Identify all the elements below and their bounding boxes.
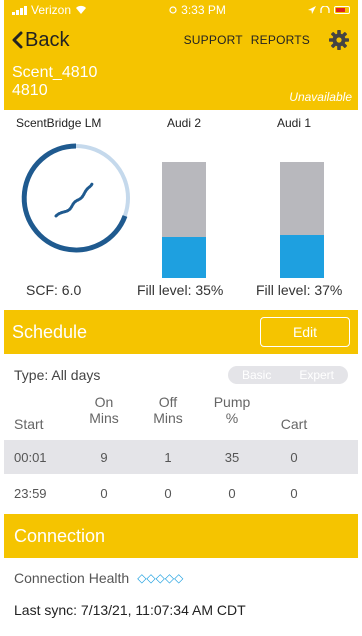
- mode-toggle[interactable]: Basic Expert: [228, 366, 348, 384]
- cell-off: 0: [164, 485, 172, 501]
- cell-pump: 0: [228, 485, 236, 501]
- scf-gauge: [21, 143, 130, 253]
- device-header: Scent_4810 4810 Unavailable: [4, 60, 358, 110]
- schedule-type-label: Type: All days: [14, 367, 101, 383]
- audi2-fill-label: Fill level: 35%: [137, 282, 224, 298]
- schedule-table-header: Start On Mins Off Mins Pump % Cart: [4, 392, 358, 438]
- edit-button[interactable]: Edit: [260, 317, 350, 347]
- audi2-fill: [162, 237, 206, 278]
- col-pump-line1: Pump: [213, 394, 251, 410]
- battery-icon: [333, 6, 350, 14]
- col-on-line1: On: [94, 394, 114, 410]
- col-start: Start: [14, 416, 44, 432]
- status-bar: Verizon 3:33 PM: [4, 0, 358, 20]
- cell-on: 9: [100, 449, 108, 465]
- connection-health-label: Connection Health: [14, 570, 130, 586]
- audi1-fill-bar: [280, 162, 324, 278]
- wifi-icon: [76, 5, 87, 15]
- col-off-mins: Off Mins: [146, 394, 190, 426]
- cell-cart: 0: [290, 449, 298, 465]
- connection-title: Connection: [14, 525, 106, 546]
- back-label: Back: [25, 28, 70, 51]
- status-right: [307, 6, 350, 14]
- last-sync: Last sync: 7/13/21, 11:07:34 AM CDT: [14, 602, 246, 618]
- schedule-header: Schedule Edit: [4, 310, 358, 354]
- cell-start: 00:01: [14, 449, 47, 465]
- audi2-fill-bar: [162, 162, 206, 278]
- cell-off: 1: [164, 449, 172, 465]
- col-cart: Cart: [280, 416, 308, 432]
- location-icon: [307, 6, 316, 14]
- cell-cart: 0: [290, 485, 298, 501]
- col-off-line2: Mins: [153, 410, 183, 426]
- chevron-left-icon: [12, 31, 23, 49]
- col-on-mins: On Mins: [82, 394, 126, 426]
- headphones-icon: [320, 6, 330, 13]
- mode-basic[interactable]: Basic: [242, 368, 271, 382]
- support-link[interactable]: SUPPORT: [184, 33, 243, 47]
- cell-on: 0: [100, 485, 108, 501]
- table-row[interactable]: 23:59 0 0 0 0: [4, 476, 358, 510]
- mode-expert[interactable]: Expert: [299, 368, 334, 382]
- gear-icon[interactable]: [328, 29, 350, 51]
- nav-links: SUPPORT REPORTS: [184, 33, 310, 47]
- col-pump-line2: %: [225, 410, 239, 426]
- connection-health-row: Connection Health ◇◇◇◇◇: [14, 570, 183, 586]
- clock-time: 3:33 PM: [181, 3, 226, 17]
- nav-bar: Back SUPPORT REPORTS: [4, 20, 358, 60]
- col-on-line2: Mins: [89, 410, 119, 426]
- cell-start: 23:59: [14, 485, 47, 501]
- carrier-group: Verizon: [12, 3, 87, 17]
- levels-panel: ScentBridge LM Audi 2 Audi 1 SCF: 6.0 Fi…: [4, 110, 358, 310]
- schedule-title: Schedule: [12, 321, 88, 342]
- connection-header: Connection: [4, 514, 358, 558]
- device-status: Unavailable: [289, 90, 352, 104]
- reports-link[interactable]: REPORTS: [251, 33, 310, 47]
- audi1-fill: [280, 235, 324, 278]
- schedule-type-row: Type: All days Basic Expert: [4, 362, 358, 388]
- audi1-fill-label: Fill level: 37%: [256, 282, 343, 298]
- col-pump: Pump %: [210, 394, 254, 426]
- audi1-title: Audi 1: [276, 116, 312, 130]
- scf-value: SCF: 6.0: [26, 282, 82, 298]
- app-screen: Verizon 3:33 PM Back SUPPORT REPORTS Sce…: [4, 0, 358, 636]
- carrier-label: Verizon: [31, 3, 72, 17]
- audi2-title: Audi 2: [166, 116, 202, 130]
- device-name: Scent_4810: [12, 64, 98, 81]
- back-button[interactable]: Back: [12, 29, 69, 52]
- health-diamonds-icon: ◇◇◇◇◇: [137, 571, 184, 585]
- scent-wave-icon: [54, 182, 94, 218]
- signal-icon: [12, 5, 27, 15]
- cell-pump: 35: [224, 449, 240, 465]
- col-off-line1: Off: [158, 394, 178, 410]
- status-center: 3:33 PM: [169, 3, 226, 17]
- lm-title: ScentBridge LM: [16, 116, 102, 130]
- alarm-icon: [169, 6, 177, 14]
- table-row[interactable]: 00:01 9 1 35 0: [4, 440, 358, 474]
